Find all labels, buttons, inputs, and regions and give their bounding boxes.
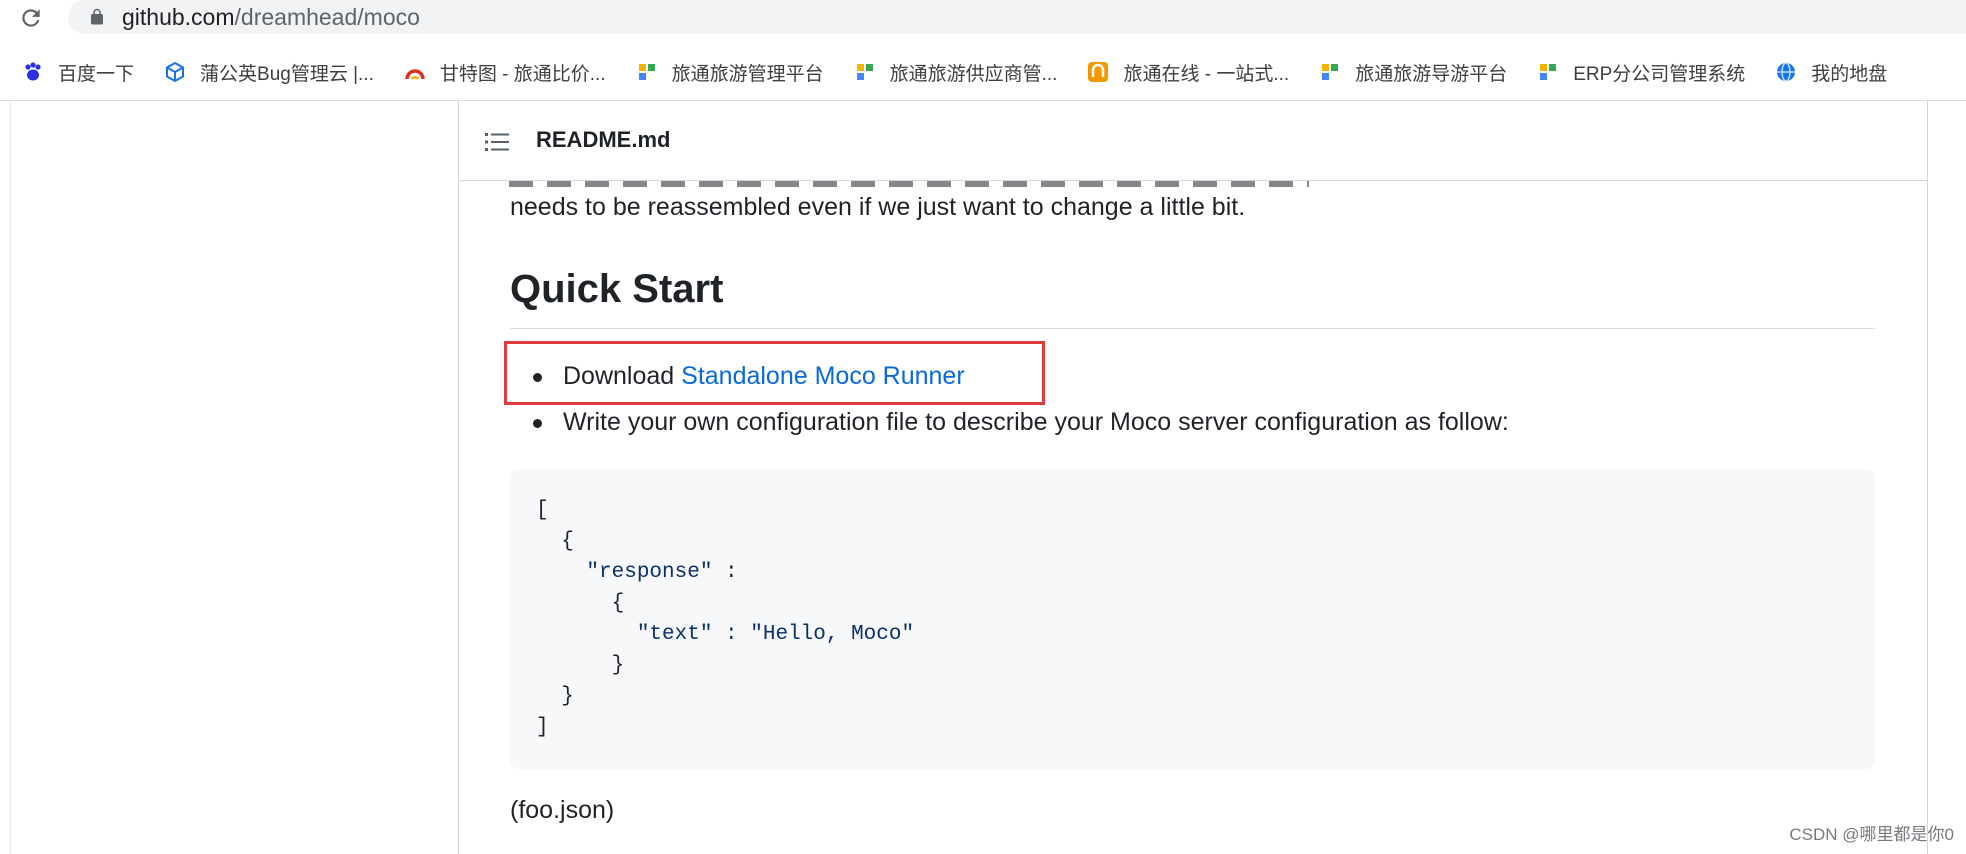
- tiles-icon: [1319, 61, 1341, 83]
- reload-icon: [22, 9, 40, 27]
- tiles-icon: [854, 61, 876, 83]
- bookmark-item[interactable]: 旅通旅游导游平台: [1299, 54, 1517, 90]
- section-heading: Quick Start: [510, 267, 724, 311]
- reload-button[interactable]: [16, 3, 46, 33]
- address-bar-row: github.com/dreamhead/moco: [0, 0, 1966, 36]
- tiles-icon: [636, 61, 658, 83]
- url-path: /dreamhead/moco: [234, 4, 420, 30]
- orange-app-icon: [1087, 61, 1109, 83]
- bookmark-label: 旅通在线 - 一站式...: [1123, 63, 1290, 85]
- baidu-paw-icon: [22, 61, 44, 83]
- code-block[interactable]: [ { "response" : { "text" : "Hello, Moco…: [510, 469, 1875, 769]
- bookmark-label: 甘特图 - 旅通比价...: [439, 63, 606, 85]
- bookmark-item[interactable]: 蒲公英Bug管理云 |...: [144, 54, 384, 90]
- csdn-watermark: CSDN @哪里都是你0: [1789, 825, 1954, 844]
- bookmark-label: 我的地盘: [1811, 63, 1888, 85]
- bookmark-label: 蒲公英Bug管理云 |...: [200, 63, 374, 85]
- url-host: github.com: [122, 4, 235, 30]
- bookmark-label: 旅通旅游管理平台: [671, 63, 824, 85]
- bookmark-item[interactable]: 旅通旅游供应商管...: [834, 54, 1068, 90]
- bookmarks-bar: 百度一下 蒲公英Bug管理云 |... 甘特图 - 旅通比价... 旅通旅游管理平台 旅…: [0, 52, 1966, 92]
- bookmark-label: 旅通旅游导游平台: [1355, 63, 1508, 85]
- bookmark-item[interactable]: 百度一下: [0, 54, 144, 90]
- gantt-arc-icon: [404, 61, 426, 83]
- readme-header: README.md: [459, 101, 1927, 181]
- left-panel-edge: [10, 101, 11, 854]
- intro-paragraph: needs to be reassembled even if we just …: [510, 193, 1246, 221]
- tiles-icon: [1537, 61, 1559, 83]
- table-of-contents-icon[interactable]: [485, 131, 509, 153]
- bookmark-item[interactable]: 旅通在线 - 一站式...: [1067, 54, 1299, 90]
- cube-icon: [164, 61, 186, 83]
- bookmark-label: 百度一下: [58, 63, 135, 85]
- bookmark-item[interactable]: 旅通旅游管理平台: [616, 54, 834, 90]
- filename-note: (foo.json): [510, 796, 615, 824]
- red-highlight-box: [504, 341, 1045, 405]
- readme-filename: README.md: [536, 127, 671, 152]
- readme-panel: README.md needs to be reassembled even i…: [458, 101, 1928, 854]
- globe-icon: [1775, 61, 1797, 83]
- url-text[interactable]: github.com/dreamhead/moco: [122, 4, 420, 30]
- list-item: Write your own configuration file to des…: [510, 399, 1509, 445]
- url-omnibox[interactable]: github.com/dreamhead/moco: [68, 0, 1966, 34]
- bookmark-item[interactable]: 甘特图 - 旅通比价...: [384, 54, 616, 90]
- bookmark-label: ERP分公司管理系统: [1573, 63, 1746, 85]
- bookmark-item[interactable]: ERP分公司管理系统: [1517, 54, 1755, 90]
- lock-icon: [91, 8, 103, 25]
- heading-rule: [510, 328, 1875, 329]
- bookmark-item[interactable]: 我的地盘: [1755, 54, 1897, 90]
- list-item-text: Write your own configuration file to des…: [563, 408, 1509, 436]
- code-content: [ { "response" : { "text" : "Hello, Moco…: [536, 499, 915, 739]
- bookmark-label: 旅通旅游供应商管...: [889, 63, 1058, 85]
